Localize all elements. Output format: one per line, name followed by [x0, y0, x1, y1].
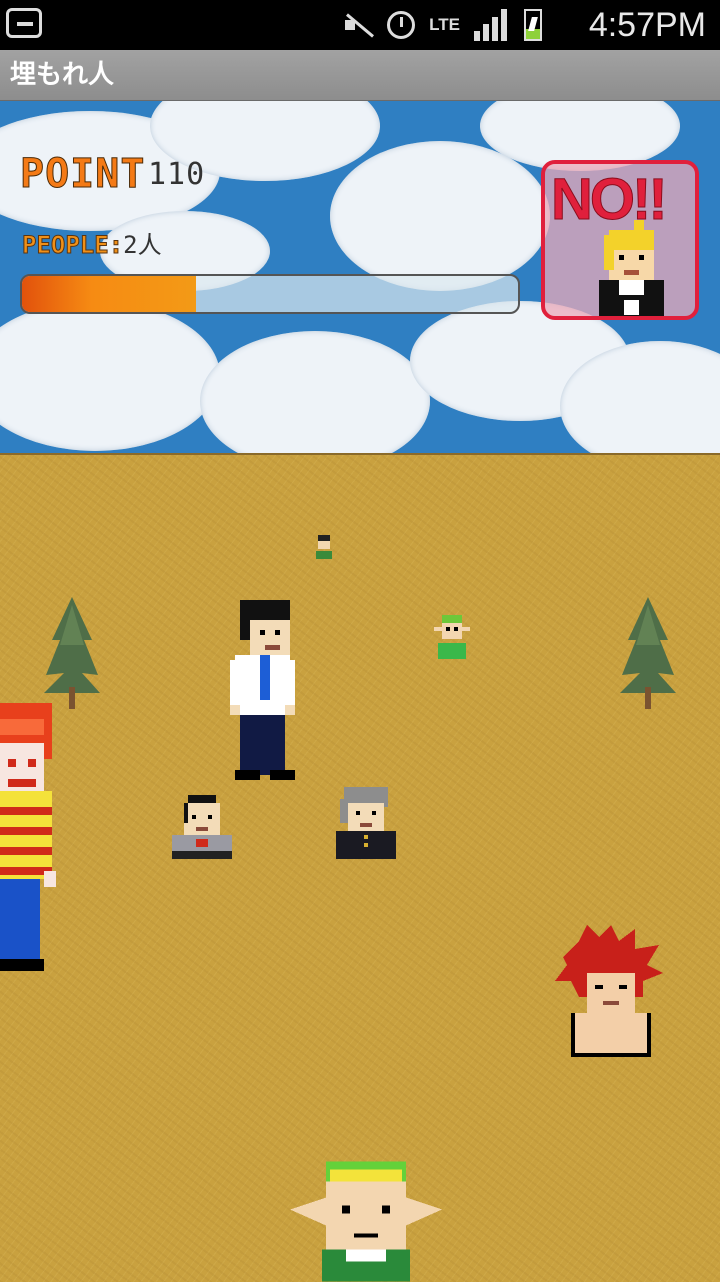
office-worker-character[interactable] — [225, 600, 300, 780]
game-field[interactable] — [0, 453, 720, 1282]
mute-icon — [343, 12, 373, 38]
battery-icon — [524, 9, 542, 41]
progress-fill — [22, 276, 196, 312]
clown-character[interactable] — [0, 703, 60, 975]
no-button[interactable]: NO!! — [541, 160, 699, 320]
back-icon[interactable] — [6, 8, 42, 38]
red-haired-fighter-character[interactable] — [555, 925, 667, 1057]
status-bar: LTE 4:57PM — [0, 0, 720, 50]
gray-haired-student-character[interactable] — [336, 787, 396, 859]
people-label: PEOPLE: — [21, 231, 124, 260]
people-value: 2人 — [123, 231, 162, 259]
alarm-icon — [387, 11, 416, 39]
app-title: 埋もれ人 — [10, 60, 115, 90]
people-counter: PEOPLE:2人 — [21, 225, 162, 260]
sky-hud-panel: POINT 110 PEOPLE:2人 NO!! — [0, 101, 720, 453]
app-title-bar: 埋もれ人 — [0, 50, 720, 101]
point-value: 110 — [148, 157, 206, 192]
lte-icon: LTE — [429, 15, 460, 34]
point-label: POINT — [19, 151, 146, 198]
status-icons: LTE — [343, 8, 542, 42]
signal-icon — [474, 9, 510, 41]
status-time: 4:57PM — [588, 6, 706, 44]
progress-bar — [20, 274, 520, 314]
blonde-character-icon — [599, 220, 664, 316]
large-elf-character[interactable] — [290, 1161, 442, 1282]
green-elf-character[interactable] — [430, 615, 474, 659]
tree-right-icon — [620, 597, 676, 709]
tiny-dark-haired-character[interactable] — [314, 535, 334, 559]
bald-man-character[interactable] — [172, 795, 232, 859]
tree-left-icon — [44, 597, 100, 709]
